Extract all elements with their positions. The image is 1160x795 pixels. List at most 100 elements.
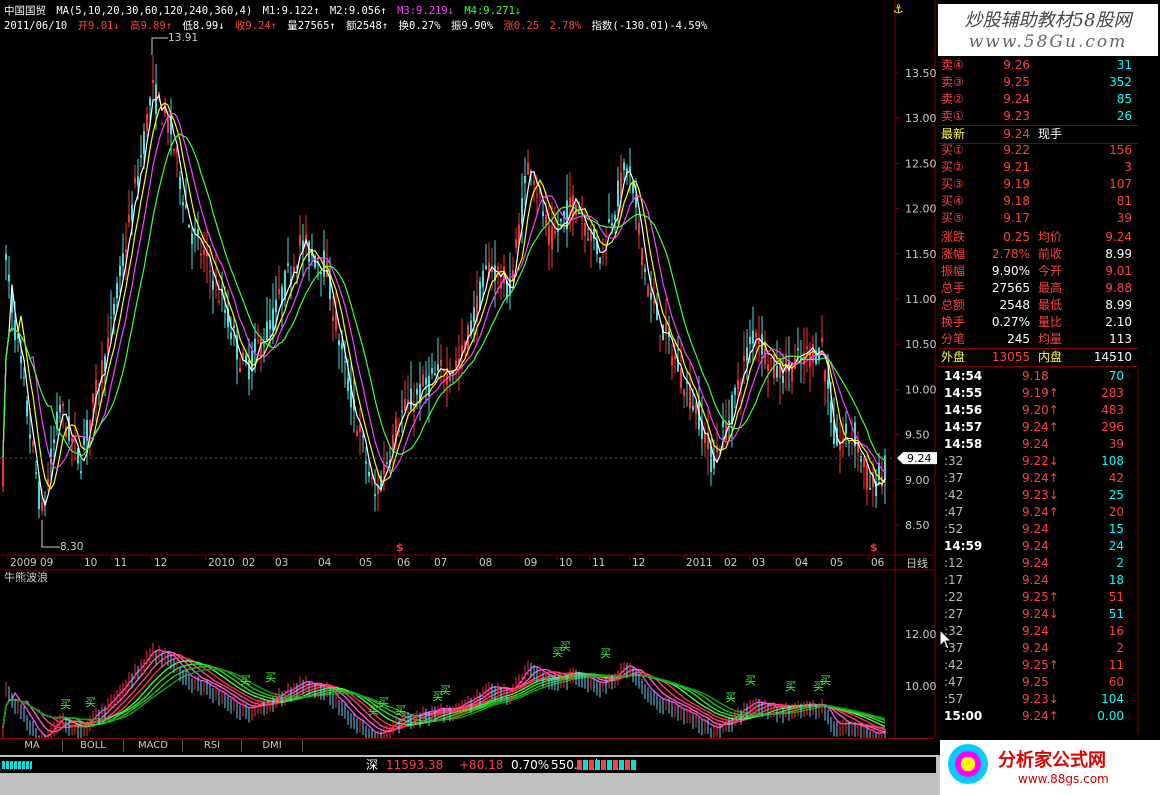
buy-signal: 买 bbox=[395, 704, 406, 717]
candle-body bbox=[263, 344, 265, 346]
tick-row: :37 9.24 2 bbox=[938, 640, 1138, 657]
candle-body bbox=[113, 303, 115, 315]
tab-rsi[interactable]: RSI bbox=[183, 739, 242, 752]
candle-body bbox=[557, 230, 559, 233]
latest-label: 最新 bbox=[941, 127, 966, 141]
sell-label: 卖③ bbox=[941, 75, 964, 89]
tick-row: 14:55 9.19↑ 283 bbox=[938, 385, 1138, 402]
tick-volume: 0.00 bbox=[1097, 709, 1124, 723]
candle-body bbox=[92, 393, 94, 403]
sell-volume: 85 bbox=[1116, 92, 1132, 106]
candle-body bbox=[584, 223, 586, 236]
candle-body bbox=[827, 379, 829, 389]
time-axis-label: 03 bbox=[275, 557, 288, 569]
price-axis-label: 10.50 bbox=[905, 338, 937, 351]
price-axis-label: 9.50 bbox=[905, 429, 930, 442]
bottom-watermark-title: 分析家公式网 bbox=[998, 750, 1106, 771]
anchor-icon[interactable]: ⚓ bbox=[893, 2, 904, 16]
candle-body bbox=[746, 347, 748, 361]
candle-body bbox=[434, 373, 436, 376]
tick-price: 9.24↓ bbox=[1022, 607, 1059, 621]
tick-price: 9.24↑ bbox=[1022, 505, 1059, 519]
time-axis-label: 2009 bbox=[10, 557, 37, 569]
candle-body bbox=[38, 482, 40, 510]
buy-signal: 买 bbox=[378, 696, 389, 709]
stat-label-2: 均价 bbox=[1038, 230, 1063, 244]
candle-body bbox=[20, 355, 22, 364]
status-mini-bars-left bbox=[0, 757, 36, 773]
tick-row: :22 9.25↑ 51 bbox=[938, 589, 1138, 606]
tick-volume: 42 bbox=[1108, 471, 1124, 485]
tick-volume: 16 bbox=[1108, 624, 1124, 638]
time-axis-label: 04 bbox=[318, 557, 332, 569]
sell-price: 9.25 bbox=[1003, 75, 1030, 89]
tick-price: 9.24↑ bbox=[1022, 471, 1059, 485]
tick-time: 14:55 bbox=[944, 386, 983, 400]
candle-body bbox=[581, 217, 583, 219]
watermark-banner: 炒股辅助教材58股网 www.58Gu.com bbox=[938, 4, 1158, 56]
time-axis-label: 02 bbox=[724, 557, 737, 569]
candle-body bbox=[59, 404, 61, 413]
candle-body bbox=[71, 437, 73, 442]
tick-row: :32 9.24 16 bbox=[938, 623, 1138, 640]
inner-label: 内盘 bbox=[1038, 350, 1063, 364]
inner-volume: 14510 bbox=[1093, 350, 1132, 364]
tick-time: :32 bbox=[944, 454, 964, 468]
stat-label: 总手 bbox=[941, 281, 966, 295]
candle-body bbox=[497, 266, 499, 270]
candle-body bbox=[797, 348, 799, 351]
candle-body bbox=[29, 434, 31, 439]
stat-label-2: 均量 bbox=[1038, 332, 1063, 346]
buy-volume: 3 bbox=[1124, 160, 1132, 174]
watermark-url: www.58Gu.com bbox=[968, 32, 1128, 52]
candle-body bbox=[347, 377, 349, 391]
stat-value-2: 2.10 bbox=[1105, 315, 1132, 329]
candle-body bbox=[401, 410, 403, 412]
tick-price: 9.25 bbox=[1022, 675, 1049, 689]
time-axis-label: 2011 bbox=[686, 557, 713, 569]
candle-body bbox=[632, 183, 634, 194]
candle-body bbox=[536, 194, 538, 196]
tab-ma[interactable]: MA bbox=[2, 739, 63, 752]
candle-body bbox=[35, 472, 37, 474]
sell-label: 卖① bbox=[941, 109, 964, 123]
candle-body bbox=[332, 316, 334, 322]
tick-time: 14:54 bbox=[944, 369, 983, 383]
indicator-axis-label: 12.00 bbox=[905, 628, 937, 641]
candle-body bbox=[371, 476, 373, 479]
flower-logo-icon bbox=[948, 744, 988, 784]
stat-row: 涨幅 2.78% 前收 8.99 bbox=[938, 246, 1138, 263]
candle-body bbox=[485, 265, 487, 270]
time-axis-label: 2010 bbox=[208, 557, 235, 569]
candle-body bbox=[62, 403, 64, 407]
tick-time: :12 bbox=[944, 556, 964, 570]
tick-time: :52 bbox=[944, 522, 964, 536]
candle-body bbox=[41, 502, 43, 511]
stat-row: 振幅 9.90% 今开 9.01 bbox=[938, 263, 1138, 280]
ohlc-info-bar: 2011/06/10 开9.01↓ 高9.89↑ 低8.99↓ 收9.24↑ 量… bbox=[4, 18, 711, 33]
m3-value: M3:9.219↓ bbox=[397, 5, 454, 17]
tick-row: :12 9.24 2 bbox=[938, 555, 1138, 572]
candle-body bbox=[143, 131, 145, 155]
price-axis-label: 12.00 bbox=[905, 203, 937, 216]
candle-body bbox=[767, 364, 769, 371]
candle-body bbox=[650, 292, 652, 300]
time-axis-label: 10 bbox=[559, 557, 572, 569]
stat-label-2: 今开 bbox=[1038, 264, 1063, 278]
tick-volume: 283 bbox=[1101, 386, 1124, 400]
market-status[interactable]: 深 11593.38 +80.18 0.70% 550.85亿 bbox=[36, 757, 936, 773]
period-label: 日线 bbox=[906, 556, 928, 570]
buy-signal: 买 bbox=[440, 684, 451, 697]
tab-dmi[interactable]: DMI bbox=[242, 739, 303, 752]
buy-signal: 买 bbox=[85, 696, 96, 709]
tab-macd[interactable]: MACD bbox=[124, 739, 183, 752]
candle-body bbox=[167, 117, 169, 133]
candle-body bbox=[659, 335, 661, 337]
candle-body bbox=[635, 198, 637, 208]
stat-label: 分笔 bbox=[941, 332, 966, 346]
buy-volume: 81 bbox=[1116, 194, 1132, 208]
stat-row: 总手 27565 最高 9.88 bbox=[938, 280, 1138, 297]
buy-price: 9.18 bbox=[1003, 194, 1030, 208]
tab-boll[interactable]: BOLL bbox=[63, 739, 124, 752]
stat-value-2: 9.01 bbox=[1105, 264, 1132, 278]
